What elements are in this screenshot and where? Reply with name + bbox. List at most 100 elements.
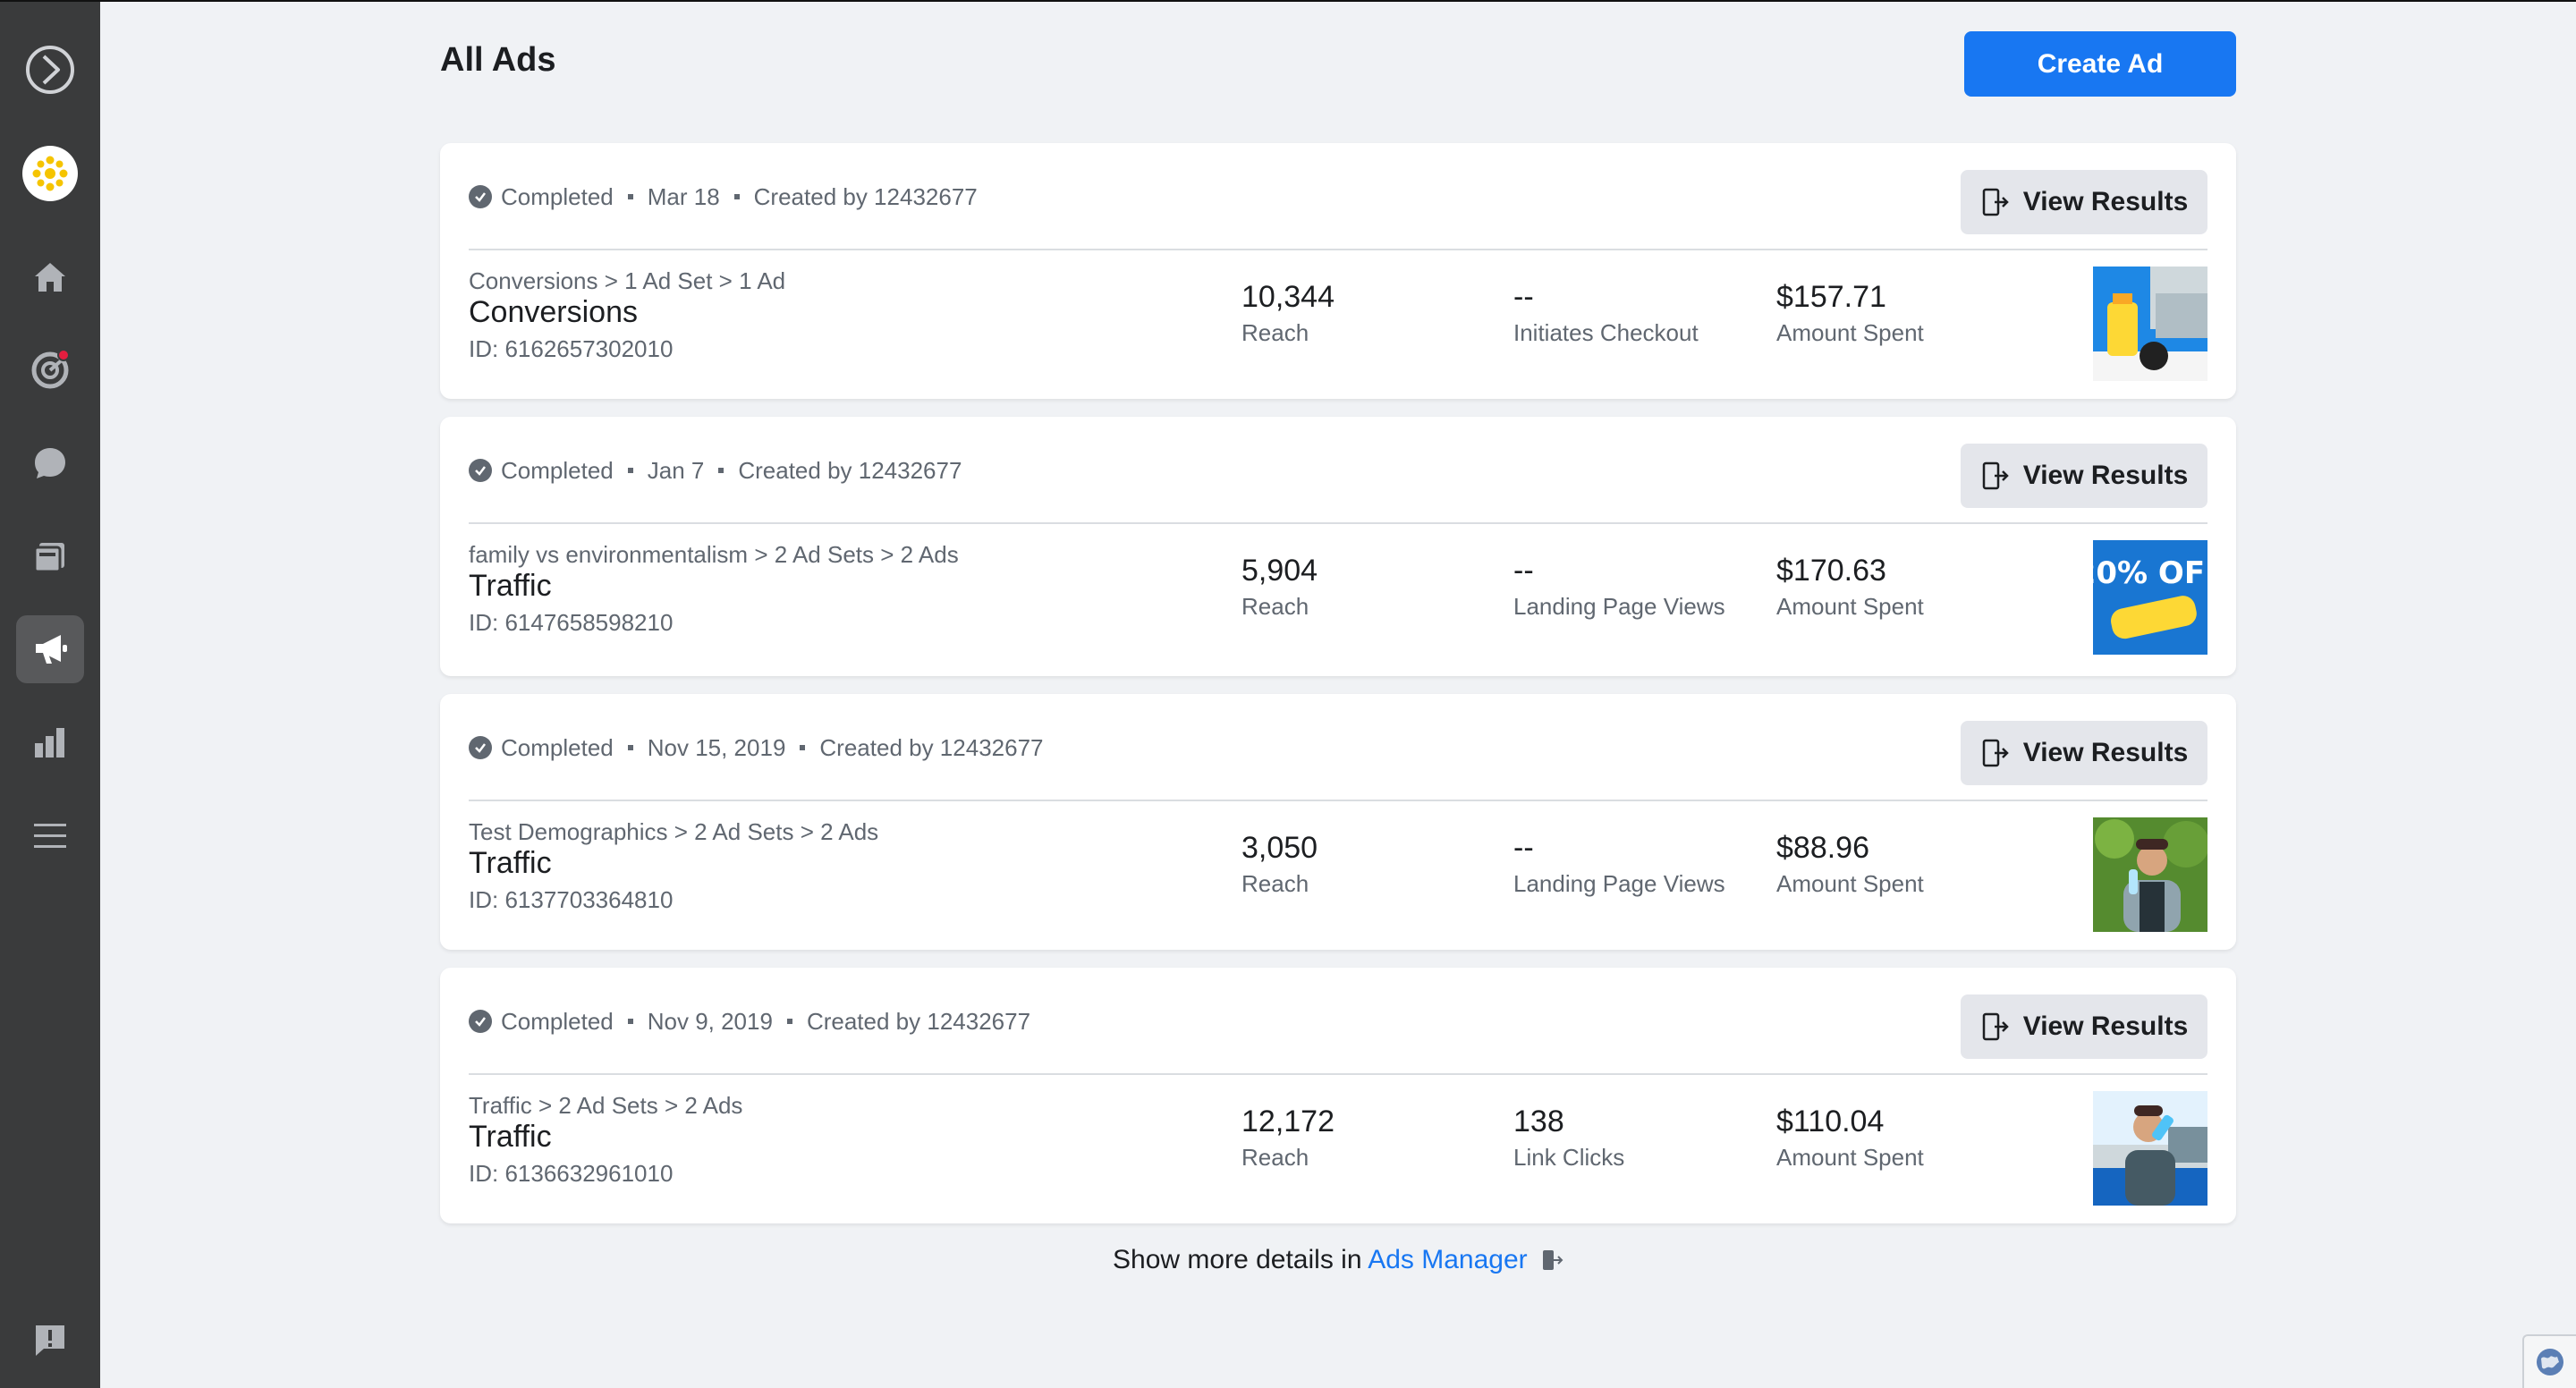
ad-thumbnail[interactable]	[2093, 1091, 2207, 1206]
reach-metric: 12,172 Reach	[1241, 1104, 1335, 1175]
spent-metric: $157.71 Amount Spent	[1776, 279, 1924, 351]
business-suite-logo-icon[interactable]	[16, 36, 84, 104]
result-metric: 138 Link Clicks	[1513, 1104, 1624, 1175]
ads-megaphone-icon[interactable]	[16, 615, 84, 683]
ad-date: Mar 18	[647, 182, 720, 210]
spent-label: Amount Spent	[1776, 319, 1924, 346]
view-results-label: View Results	[2022, 1011, 2189, 1041]
reach-value: 5,904	[1241, 554, 1318, 588]
view-results-label: View Results	[2022, 738, 2189, 767]
messages-icon[interactable]	[16, 429, 84, 497]
ad-creator: Created by 12432677	[806, 1007, 1031, 1035]
posts-icon[interactable]	[16, 522, 84, 590]
ad-date: Nov 9, 2019	[647, 1007, 773, 1035]
globe-icon	[2537, 1349, 2563, 1375]
feedback-icon[interactable]	[16, 1306, 84, 1374]
separator-dot	[627, 1019, 633, 1024]
reach-value: 10,344	[1241, 280, 1335, 314]
page-avatar-icon[interactable]	[16, 140, 84, 207]
reach-metric: 10,344 Reach	[1241, 279, 1335, 351]
footer-text: Show more details in	[1113, 1245, 1362, 1274]
separator-dot	[718, 468, 724, 473]
view-results-button[interactable]: View Results	[1961, 994, 2207, 1059]
ad-date: Nov 15, 2019	[647, 733, 786, 761]
ad-card-body: family vs environmentalism > 2 Ad Sets >…	[469, 526, 2207, 676]
ad-id: ID: 6147658598210	[469, 609, 674, 636]
separator-dot	[733, 194, 740, 199]
ad-id: ID: 6162657302010	[469, 335, 674, 362]
view-results-button[interactable]: View Results	[1961, 170, 2207, 234]
completed-check-icon	[469, 1010, 492, 1033]
ad-objective: Traffic	[469, 1120, 552, 1154]
spent-value: $170.63	[1776, 554, 1886, 588]
reach-value: 12,172	[1241, 1104, 1335, 1138]
result-label: Landing Page Views	[1513, 870, 1725, 897]
ad-status-line: Completed Nov 9, 2019 Created by 1243267…	[469, 968, 1030, 1075]
ad-status-line: Completed Mar 18 Created by 12432677	[469, 143, 978, 250]
separator-dot	[627, 745, 633, 750]
spent-metric: $170.63 Amount Spent	[1776, 553, 1924, 624]
ads-manager-footer: Show more details in Ads Manager	[100, 1245, 2576, 1275]
ad-status-line: Completed Jan 7 Created by 12432677	[469, 417, 962, 524]
result-metric: -- Initiates Checkout	[1513, 279, 1699, 351]
page-title: All Ads	[440, 41, 556, 79]
result-value: 138	[1513, 1104, 1564, 1138]
external-open-icon	[1982, 739, 2009, 767]
ad-thumbnail[interactable]	[2093, 267, 2207, 381]
ad-status-line: Completed Nov 15, 2019 Created by 124326…	[469, 694, 1044, 801]
reach-label: Reach	[1241, 319, 1309, 346]
external-open-icon	[1982, 461, 2009, 490]
result-metric: -- Landing Page Views	[1513, 830, 1725, 901]
ad-breadcrumb: Conversions > 1 Ad Set > 1 Ad Conversion…	[469, 267, 970, 367]
spent-value: $88.96	[1776, 831, 1869, 865]
ad-objective: Traffic	[469, 569, 552, 603]
view-results-button[interactable]: View Results	[1961, 721, 2207, 785]
spent-value: $110.04	[1776, 1104, 1885, 1138]
ad-status: Completed	[501, 182, 614, 210]
ads-manager-link[interactable]: Ads Manager	[1368, 1245, 1527, 1274]
ad-thumbnail[interactable]	[2093, 817, 2207, 932]
breadcrumb-text: family vs environmentalism > 2 Ad Sets >…	[469, 541, 959, 568]
ad-card-header: Completed Jan 7 Created by 12432677 View…	[469, 417, 2207, 524]
result-label: Link Clicks	[1513, 1144, 1625, 1171]
reach-metric: 5,904 Reach	[1241, 553, 1318, 624]
view-results-label: View Results	[2022, 187, 2189, 216]
reach-label: Reach	[1241, 593, 1309, 620]
thumbnail-promo-text: 20% OFF	[2093, 555, 2207, 591]
completed-check-icon	[469, 459, 492, 482]
menu-icon[interactable]	[16, 801, 84, 869]
external-open-icon	[1542, 1250, 1563, 1270]
ad-id: ID: 6137703364810	[469, 886, 674, 913]
completed-check-icon	[469, 185, 492, 208]
notifications-icon[interactable]	[16, 336, 84, 404]
view-results-button[interactable]: View Results	[1961, 444, 2207, 508]
ad-breadcrumb: family vs environmentalism > 2 Ad Sets >…	[469, 540, 970, 640]
result-metric: -- Landing Page Views	[1513, 553, 1725, 624]
completed-check-icon	[469, 736, 492, 759]
ad-card-header: Completed Nov 15, 2019 Created by 124326…	[469, 694, 2207, 801]
ad-date: Jan 7	[647, 456, 705, 484]
language-globe-button[interactable]	[2522, 1334, 2576, 1388]
reach-label: Reach	[1241, 870, 1309, 897]
ad-thumbnail[interactable]: 20% OFF	[2093, 540, 2207, 655]
separator-dot	[800, 745, 806, 750]
home-icon[interactable]	[16, 243, 84, 311]
create-ad-button[interactable]: Create Ad	[1964, 31, 2236, 97]
separator-dot	[786, 1019, 792, 1024]
result-label: Initiates Checkout	[1513, 319, 1699, 346]
ad-status: Completed	[501, 733, 614, 761]
ad-card-body: Traffic > 2 Ad Sets > 2 Ads Traffic ID: …	[469, 1077, 2207, 1223]
ad-creator: Created by 12432677	[753, 182, 978, 210]
ad-card: Completed Nov 9, 2019 Created by 1243267…	[440, 968, 2236, 1223]
ad-card-body: Test Demographics > 2 Ad Sets > 2 Ads Tr…	[469, 803, 2207, 950]
result-value: --	[1513, 831, 1534, 865]
reach-label: Reach	[1241, 1144, 1309, 1171]
view-results-label: View Results	[2022, 461, 2189, 490]
spent-metric: $110.04 Amount Spent	[1776, 1104, 1924, 1175]
separator-dot	[627, 468, 633, 473]
ad-objective: Conversions	[469, 295, 638, 329]
ad-id: ID: 6136632961010	[469, 1160, 674, 1187]
main-content: All Ads Create Ad Completed Mar 18 Creat…	[100, 0, 2576, 1388]
insights-icon[interactable]	[16, 708, 84, 776]
ad-card: Completed Mar 18 Created by 12432677 Vie…	[440, 143, 2236, 399]
